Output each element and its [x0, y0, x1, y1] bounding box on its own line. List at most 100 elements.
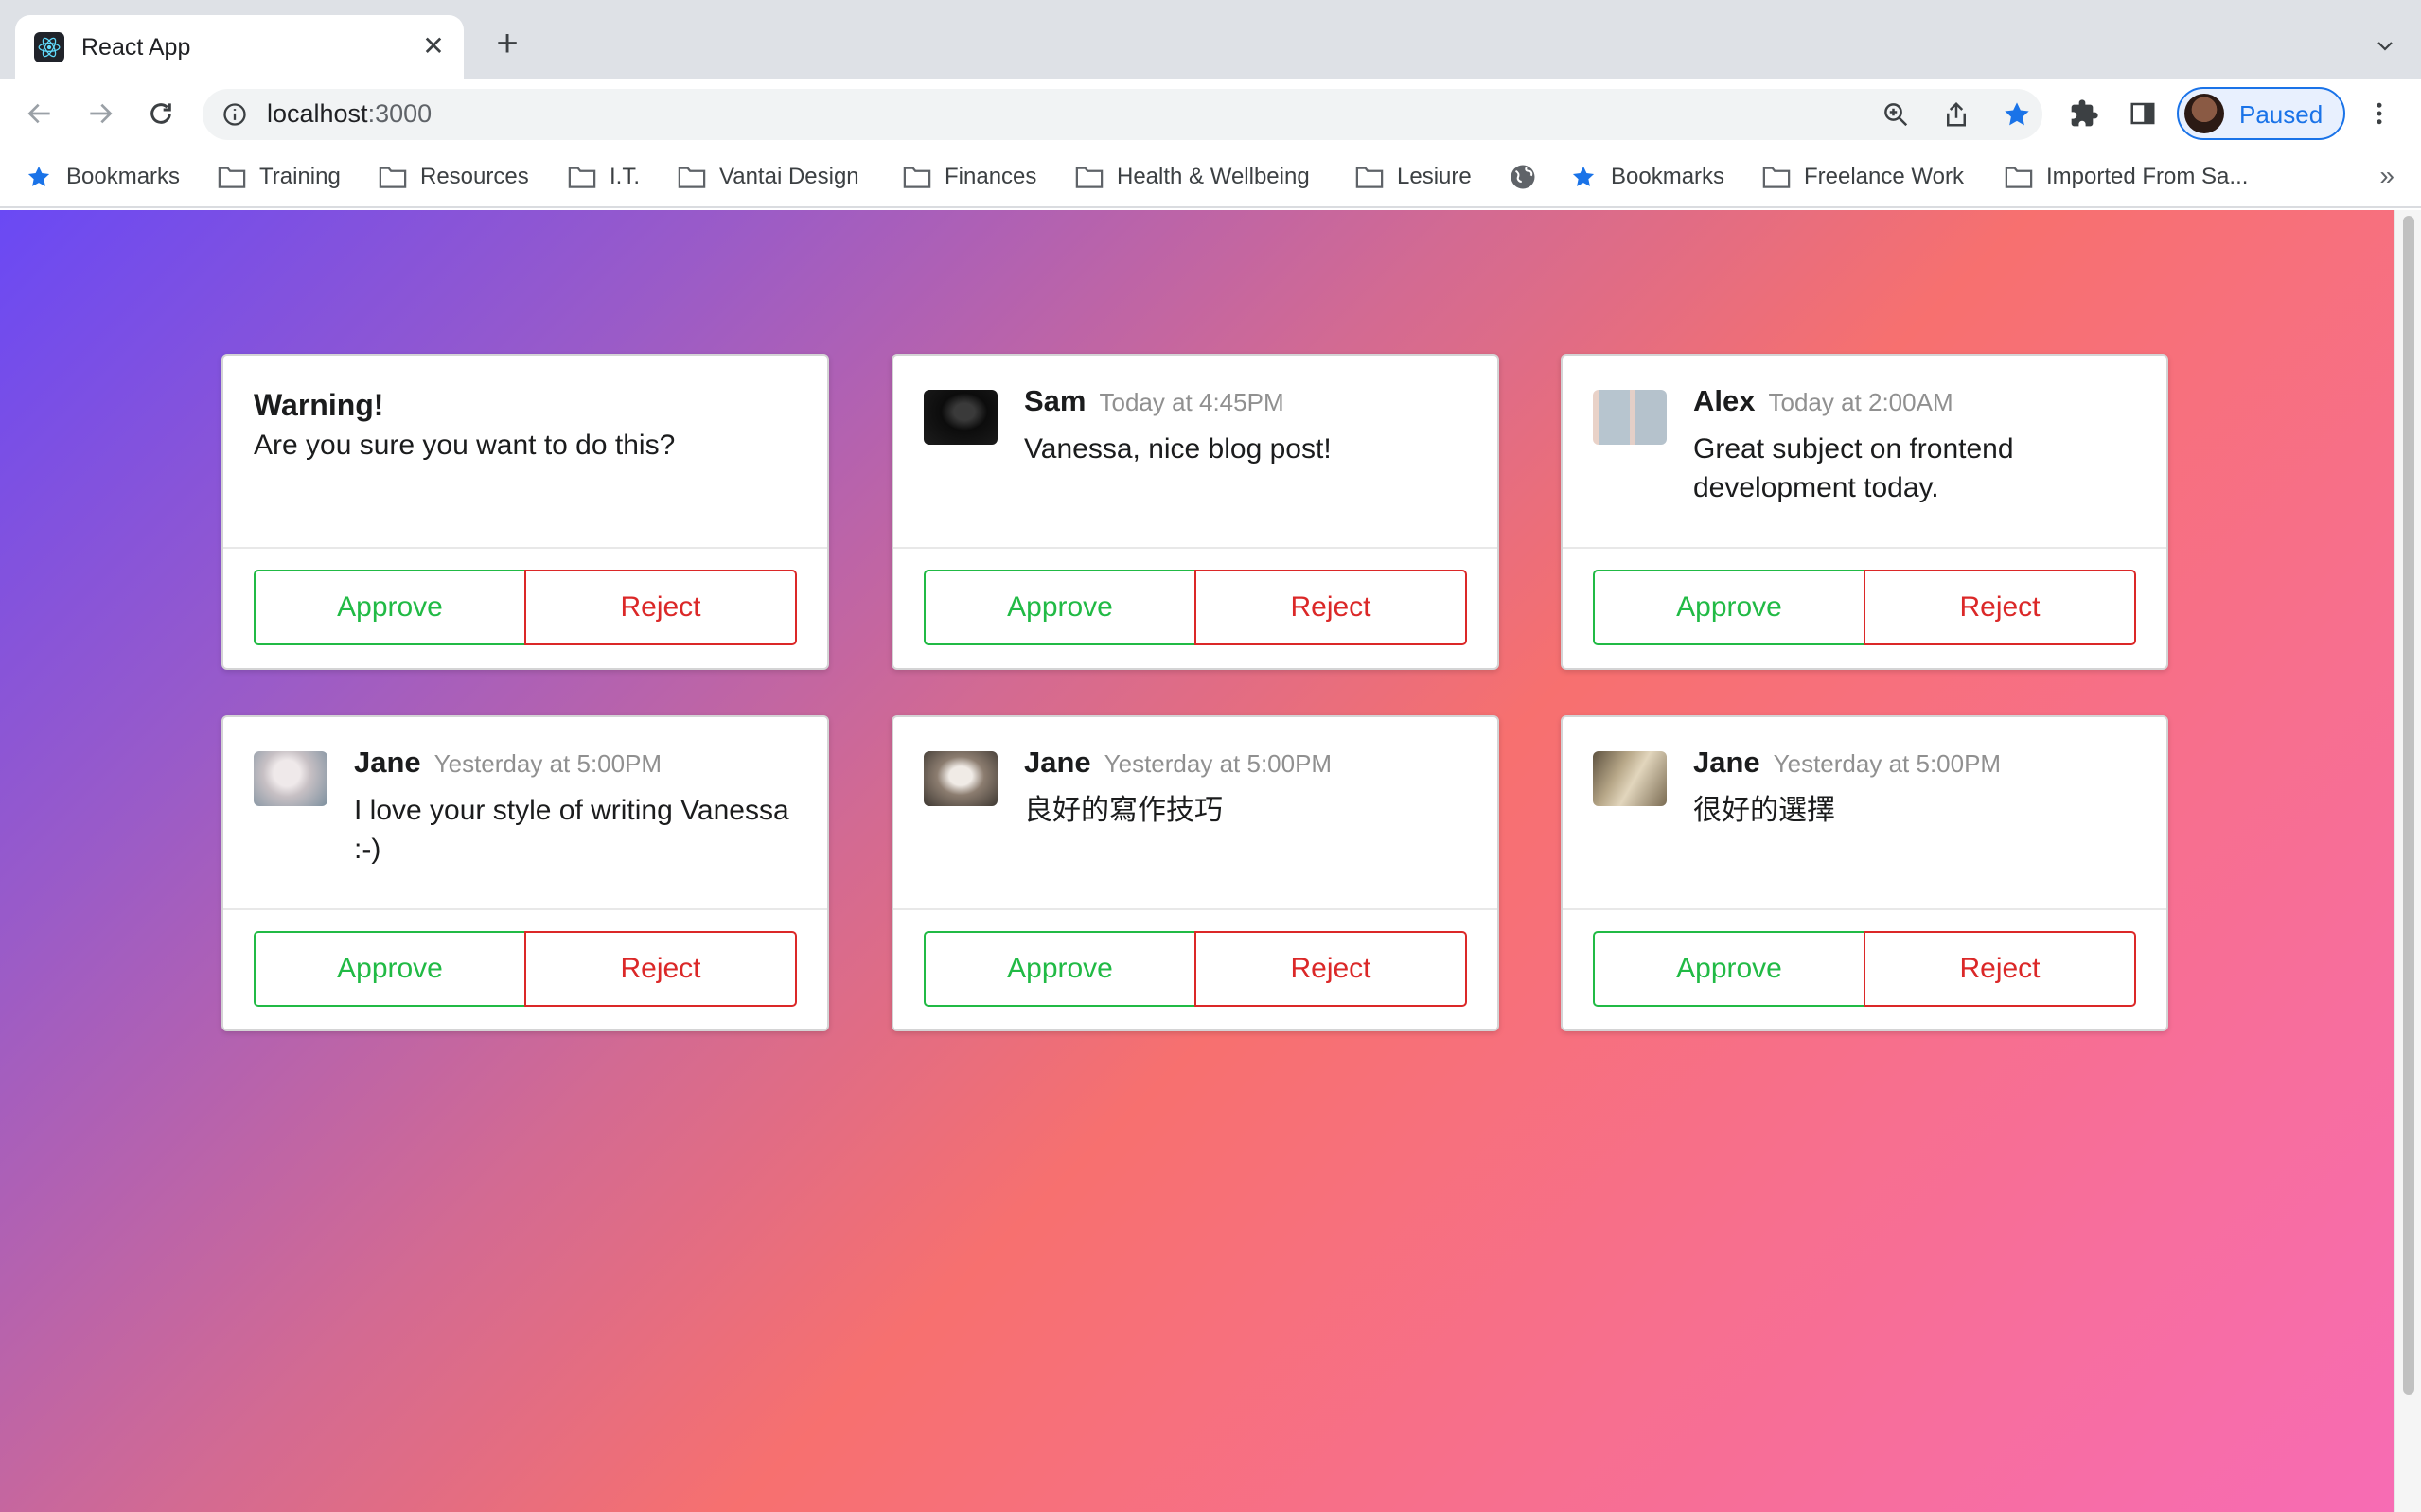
comment-text: 良好的寫作技巧 [1024, 795, 1223, 826]
comment-date: Yesterday at 5:00PM [1773, 749, 2002, 778]
reject-button[interactable]: Reject [1864, 931, 2136, 1007]
comment-author[interactable]: Sam [1024, 384, 1086, 418]
comment-card: Sam Today at 4:45PM Vanessa, nice blog p… [892, 354, 1499, 670]
folder-icon [903, 163, 931, 191]
url-text: localhost:3000 [267, 99, 433, 128]
comment-meta: Jane Yesterday at 5:00PM [354, 746, 662, 780]
scrollbar-thumb[interactable] [2403, 216, 2414, 1395]
avatar [924, 751, 998, 806]
folder-icon [1355, 163, 1384, 191]
comment-author[interactable]: Jane [354, 746, 421, 780]
bookmark-folder[interactable]: Resources [379, 161, 529, 193]
share-icon[interactable] [1940, 98, 1972, 131]
comment-text: 很好的選擇 [1693, 795, 1835, 826]
comment-text: Vanessa, nice blog post! [1024, 433, 1332, 465]
bookmark-item[interactable] [1509, 161, 1550, 193]
bookmark-folder[interactable]: Vantai Design [678, 161, 859, 193]
avatar [2184, 94, 2224, 133]
avatar [1593, 390, 1667, 445]
comment-date: Yesterday at 5:00PM [1104, 749, 1333, 778]
comment-card: Jane Yesterday at 5:00PM 很好的選擇 Approve R… [1561, 715, 2168, 1031]
bookmark-folder[interactable]: Lesiure [1355, 161, 1472, 193]
page-background: Warning! Are you sure you want to do thi… [0, 210, 2394, 1512]
comment-meta: Jane Yesterday at 5:00PM [1693, 746, 2001, 780]
folder-icon [379, 163, 407, 191]
approve-button[interactable]: Approve [924, 931, 1196, 1007]
tab-strip: React App ✕ + [0, 0, 2421, 79]
side-panel-icon[interactable] [2124, 95, 2162, 132]
folder-icon [1075, 163, 1104, 191]
card-content: Jane Yesterday at 5:00PM 很好的選擇 [1563, 717, 2166, 910]
extensions-icon[interactable] [2065, 95, 2103, 132]
back-arrow-icon[interactable] [19, 93, 61, 134]
close-icon[interactable]: ✕ [416, 28, 451, 62]
reject-button[interactable]: Reject [1194, 931, 1467, 1007]
card-content: Warning! Are you sure you want to do thi… [223, 356, 827, 549]
new-tab-button[interactable]: + [488, 25, 526, 62]
profile-button[interactable]: Paused [2177, 87, 2345, 140]
folder-icon [678, 163, 706, 191]
approve-button[interactable]: Approve [1593, 570, 1865, 645]
folder-icon [218, 163, 246, 191]
comment-author[interactable]: Alex [1693, 384, 1755, 418]
star-icon [25, 163, 53, 191]
browser-tab[interactable]: React App ✕ [15, 15, 464, 79]
tab-title: React App [81, 34, 191, 61]
chevron-down-icon[interactable] [2368, 28, 2402, 62]
reject-button[interactable]: Reject [524, 931, 797, 1007]
warning-message: Are you sure you want to do this? [254, 430, 676, 461]
approve-button[interactable]: Approve [1593, 931, 1865, 1007]
card-content: Jane Yesterday at 5:00PM 良好的寫作技巧 [893, 717, 1497, 910]
comment-author[interactable]: Jane [1024, 746, 1091, 780]
bookmarks-bar: Bookmarks Training Resources I.T. Vantai… [0, 148, 2421, 208]
profile-status: Paused [2239, 100, 2324, 129]
scrollbar[interactable] [2394, 210, 2421, 1512]
avatar [924, 390, 998, 445]
card-content: Alex Today at 2:00AM Great subject on fr… [1563, 356, 2166, 549]
comment-date: Yesterday at 5:00PM [433, 749, 663, 778]
globe-icon [1509, 163, 1537, 191]
approve-button[interactable]: Approve [254, 570, 526, 645]
comment-card: Alex Today at 2:00AM Great subject on fr… [1561, 354, 2168, 670]
comment-text: Great subject on frontend development to… [1693, 433, 2014, 503]
double-chevron-right-icon[interactable]: » [2379, 161, 2394, 191]
bookmark-folder[interactable]: I.T. [568, 161, 640, 193]
comment-meta: Alex Today at 2:00AM [1693, 384, 1953, 418]
warning-card: Warning! Are you sure you want to do thi… [221, 354, 829, 670]
bookmark-folder[interactable]: Training [218, 161, 341, 193]
bookmark-folder[interactable]: Health & Wellbeing [1075, 161, 1310, 193]
comment-card: Jane Yesterday at 5:00PM I love your sty… [221, 715, 829, 1031]
reject-button[interactable]: Reject [1194, 570, 1467, 645]
reject-button[interactable]: Reject [524, 570, 797, 645]
avatar [1593, 751, 1667, 806]
reload-icon[interactable] [140, 93, 182, 134]
comment-date: Today at 4:45PM [1099, 388, 1284, 416]
star-filled-icon[interactable] [2001, 98, 2033, 131]
comment-meta: Sam Today at 4:45PM [1024, 384, 1284, 418]
card-content: Sam Today at 4:45PM Vanessa, nice blog p… [893, 356, 1497, 549]
comment-meta: Jane Yesterday at 5:00PM [1024, 746, 1332, 780]
forward-arrow-icon[interactable] [80, 93, 121, 134]
warning-title: Warning! [254, 388, 384, 422]
react-icon [34, 32, 64, 62]
reject-button[interactable]: Reject [1864, 570, 2136, 645]
address-bar[interactable]: localhost:3000 [203, 89, 2042, 140]
bookmark-item[interactable]: Bookmarks [25, 161, 180, 193]
bookmark-folder[interactable]: Finances [903, 161, 1036, 193]
approve-button[interactable]: Approve [924, 570, 1196, 645]
menu-kebab-icon[interactable] [2360, 95, 2398, 132]
approve-button[interactable]: Approve [254, 931, 526, 1007]
folder-icon [2005, 163, 2033, 191]
zoom-icon[interactable] [1880, 98, 1912, 131]
comment-date: Today at 2:00AM [1768, 388, 1953, 416]
bookmark-folder[interactable]: Imported From Sa... [2005, 161, 2248, 193]
bookmark-item[interactable]: Bookmarks [1569, 161, 1724, 193]
browser-toolbar: localhost:3000 Paused [0, 79, 2421, 148]
folder-icon [1762, 163, 1791, 191]
comment-author[interactable]: Jane [1693, 746, 1760, 780]
info-icon[interactable] [221, 101, 248, 128]
comment-text: I love your style of writing Vanessa :-) [354, 795, 789, 865]
star-icon [1569, 163, 1598, 191]
folder-icon [568, 163, 596, 191]
bookmark-folder[interactable]: Freelance Work [1762, 161, 1964, 193]
